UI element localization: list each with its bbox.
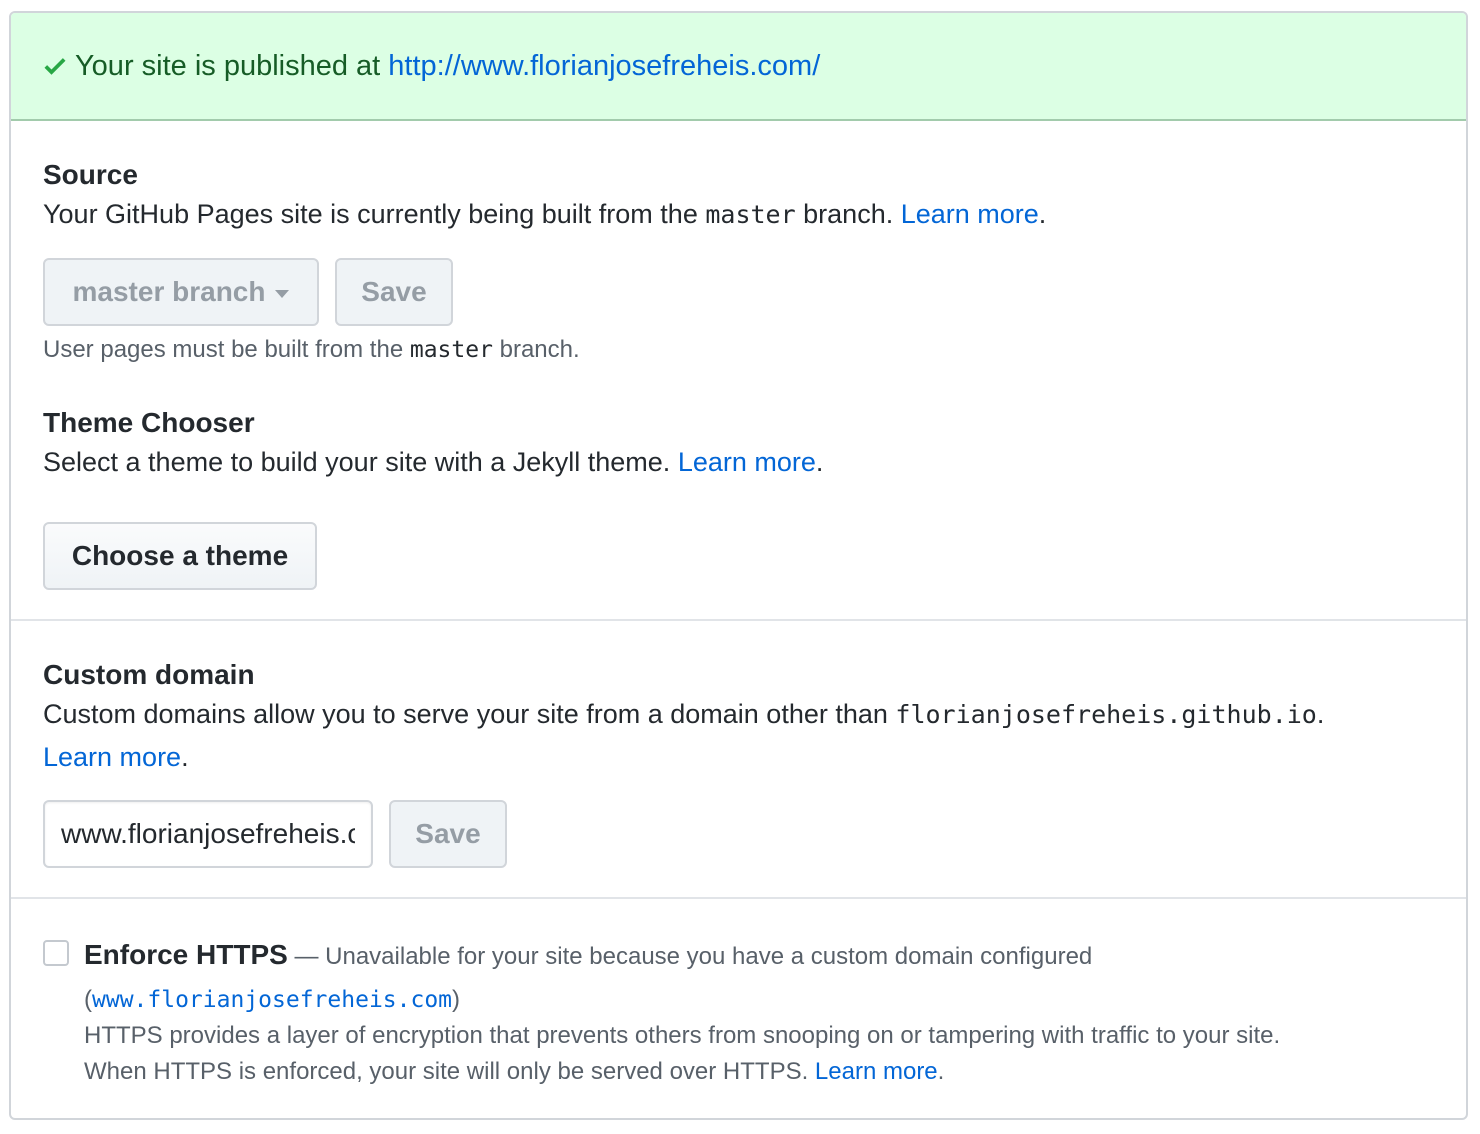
source-description: Your GitHub Pages site is currently bein… (43, 199, 1047, 229)
theme-title: Theme Chooser (43, 407, 255, 438)
https-explanation-line1: HTTPS provides a layer of encryption tha… (84, 1022, 1281, 1049)
check-icon (44, 58, 66, 75)
flash-text: Your site is published at (75, 49, 389, 82)
enforce-https-unavailable-text: — Unavailable for your site because you … (287, 943, 1093, 970)
custom-domain-description: Custom domains allow you to serve your s… (43, 699, 1325, 772)
https-learn-more-link[interactable]: Learn more (815, 1058, 938, 1085)
custom-domain-title: Custom domain (43, 659, 255, 690)
theme-description: Select a theme to build your site with a… (43, 447, 824, 477)
source-save-button[interactable]: Save (335, 258, 453, 326)
source-section: Source Your GitHub Pages site is current… (11, 159, 1466, 236)
enforce-https-section: Enforce HTTPS — Unavailable for your sit… (84, 935, 1446, 1090)
branch-select-button[interactable]: master branch (43, 258, 319, 326)
divider (11, 619, 1466, 621)
published-flash: Your site is published at http://www.flo… (11, 13, 1466, 121)
divider (11, 897, 1466, 899)
source-title: Source (43, 159, 138, 190)
enforce-https-checkbox[interactable] (43, 940, 69, 966)
choose-theme-button[interactable]: Choose a theme (43, 522, 317, 590)
custom-domain-input[interactable] (43, 800, 373, 868)
https-explanation-line2: When HTTPS is enforced, your site will o… (84, 1058, 945, 1085)
source-learn-more-link[interactable]: Learn more (901, 199, 1039, 229)
custom-domain-learn-more-link[interactable]: Learn more (43, 742, 181, 772)
github-pages-settings-panel: Your site is published at http://www.flo… (9, 11, 1468, 1120)
custom-domain-save-button[interactable]: Save (389, 800, 507, 868)
caret-down-icon (275, 290, 290, 298)
source-note: User pages must be built from the master… (43, 336, 580, 363)
theme-learn-more-link[interactable]: Learn more (678, 447, 816, 477)
enforce-https-title: Enforce HTTPS (84, 939, 288, 970)
published-site-link[interactable]: http://www.florianjosefreheis.com/ (388, 50, 820, 83)
custom-domain-section: Custom domain Custom domains allow you t… (11, 659, 1466, 778)
theme-section: Theme Chooser Select a theme to build yo… (11, 407, 1466, 483)
custom-domain-link[interactable]: www.florianjosefreheis.com (92, 987, 452, 1013)
